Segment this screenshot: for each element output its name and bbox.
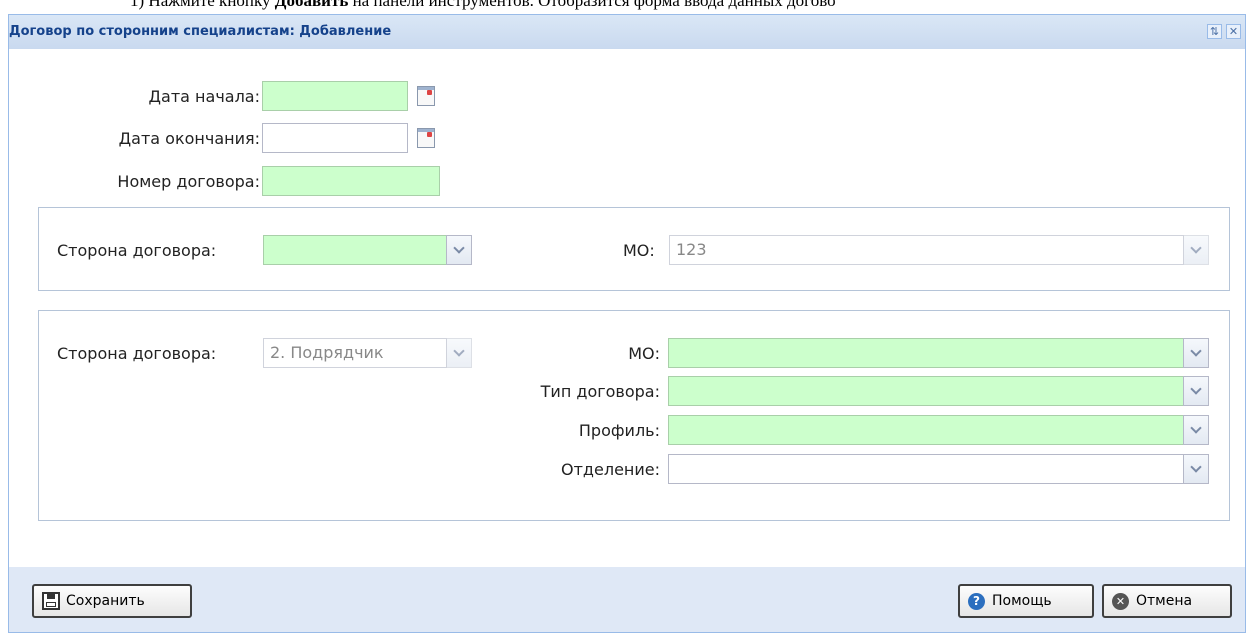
- end-date-label: Дата окончания:: [118, 129, 260, 148]
- party-one-mo-select: 123: [669, 235, 1184, 265]
- help-button-label: Помощь: [992, 593, 1052, 609]
- instruction-text-end: на панели инструментов. Отобразится форм…: [348, 0, 836, 10]
- save-icon: [42, 592, 60, 610]
- start-date-field[interactable]: [262, 81, 408, 111]
- dropdown-trigger[interactable]: [1183, 338, 1209, 368]
- profile-label: Профиль:: [578, 421, 660, 440]
- chevron-down-icon: [453, 242, 465, 254]
- dropdown-trigger[interactable]: [1183, 415, 1209, 445]
- profile-select[interactable]: [668, 415, 1184, 445]
- instruction-text: 1) Нажмите кнопку: [130, 0, 275, 10]
- chevron-down-icon: [1190, 345, 1202, 357]
- document-instruction: 1) Нажмите кнопку Добавить на панели инс…: [130, 0, 836, 10]
- help-button[interactable]: ? Помощь: [958, 584, 1094, 618]
- contract-type-label: Тип договора:: [540, 382, 660, 401]
- instruction-bold-text: Добавить: [274, 0, 349, 10]
- cancel-button[interactable]: ✕ Отмена: [1102, 584, 1232, 618]
- dropdown-trigger[interactable]: [1183, 376, 1209, 406]
- dialog-title: Договор по сторонним специалистам: Добав…: [9, 24, 392, 39]
- restore-icon[interactable]: ⇅: [1207, 24, 1222, 39]
- calendar-icon[interactable]: [417, 86, 435, 106]
- dialog-titlebar: Договор по сторонним специалистам: Добав…: [9, 15, 1245, 50]
- dropdown-trigger[interactable]: [1183, 454, 1209, 484]
- chevron-down-icon: [1190, 383, 1202, 395]
- party-two-side-label: Сторона договора:: [57, 344, 217, 363]
- contract-number-field[interactable]: [262, 166, 440, 196]
- dropdown-trigger: [446, 338, 472, 368]
- save-button-label: Сохранить: [66, 593, 145, 609]
- party-two-mo-label: МО:: [628, 344, 660, 363]
- department-label: Отделение:: [561, 460, 660, 479]
- party-one-mo-label: МО:: [623, 241, 655, 260]
- party-two-side-select: 2. Подрядчик: [263, 338, 447, 368]
- chevron-down-icon: [1190, 422, 1202, 434]
- calendar-icon[interactable]: [417, 128, 435, 148]
- party-two-mo-select[interactable]: [668, 338, 1184, 368]
- department-select[interactable]: [668, 454, 1184, 484]
- party-two-fieldset: Сторона договора: 2. Подрядчик МО: Тип д…: [38, 310, 1230, 521]
- form-body: Дата начала: Дата окончания: Номер догов…: [9, 49, 1245, 567]
- chevron-down-icon: [453, 345, 465, 357]
- chevron-down-icon: [1190, 242, 1202, 254]
- party-one-fieldset: Сторона договора: МО: 123: [38, 207, 1230, 291]
- dropdown-trigger[interactable]: [446, 235, 472, 265]
- start-date-label: Дата начала:: [148, 87, 260, 106]
- contract-dialog: Договор по сторонним специалистам: Добав…: [8, 14, 1246, 633]
- contract-number-label: Номер договора:: [117, 172, 260, 191]
- dialog-footer: Сохранить ? Помощь ✕ Отмена: [9, 567, 1245, 632]
- party-one-side-label: Сторона договора:: [57, 241, 217, 260]
- close-icon[interactable]: ✕: [1226, 24, 1241, 39]
- cancel-icon: ✕: [1112, 592, 1129, 610]
- party-one-side-select[interactable]: [263, 235, 447, 265]
- chevron-down-icon: [1190, 461, 1202, 473]
- end-date-field[interactable]: [262, 123, 408, 153]
- dropdown-trigger: [1183, 235, 1209, 265]
- save-button[interactable]: Сохранить: [32, 584, 192, 618]
- help-icon: ?: [968, 592, 985, 610]
- contract-type-select[interactable]: [668, 376, 1184, 406]
- cancel-button-label: Отмена: [1136, 593, 1193, 609]
